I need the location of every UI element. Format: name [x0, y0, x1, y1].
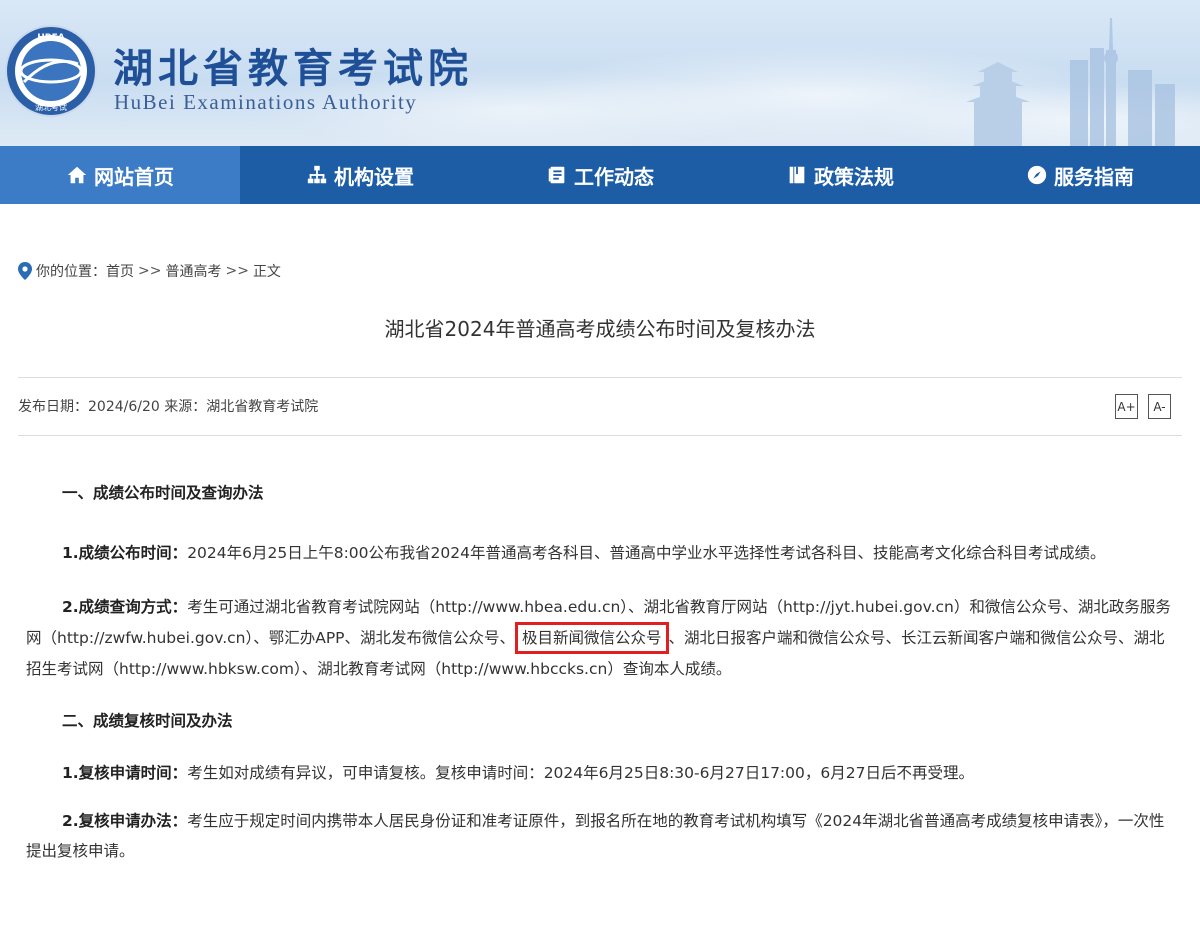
article-meta: 发布日期：2024/6/20 来源：湖北省教育考试院	[18, 399, 319, 415]
nav-item-service[interactable]: 服务指南	[960, 146, 1200, 204]
section-heading: 二、成绩复核时间及办法	[62, 712, 233, 730]
home-icon	[67, 166, 87, 184]
paragraph-label: 2.成绩查询方式：	[62, 598, 188, 616]
breadcrumb: 你的位置： 首页 >> 普通高考 >> 正文	[18, 261, 281, 281]
paragraph-label: 1.成绩公布时间：	[62, 544, 188, 562]
main-nav: 网站首页 机构设置 工作动态 政策法规 服务指南	[0, 146, 1200, 204]
breadcrumb-prefix: 你的位置：	[36, 264, 106, 280]
site-title-en: HuBei Examinations Authority	[114, 90, 418, 114]
paragraph-label: 2.复核申请办法：	[62, 812, 188, 830]
nav-label-news: 工作动态	[574, 164, 654, 189]
org-chart-icon	[307, 165, 327, 184]
divider	[18, 435, 1182, 436]
highlighted-text: 极目新闻微信公众号	[515, 622, 669, 654]
location-pin-icon	[18, 262, 32, 280]
paragraph-text: 考生如对成绩有异议，可申请复核。复核申请时间：2024年6月25日8:30-6月…	[187, 764, 974, 782]
book-icon	[789, 166, 805, 184]
svg-text:HBEA: HBEA	[37, 33, 65, 43]
breadcrumb-home[interactable]: 首页	[106, 261, 134, 281]
nav-item-organization[interactable]: 机构设置	[240, 146, 480, 204]
compass-icon	[1027, 165, 1047, 185]
nav-label-policy: 政策法规	[814, 164, 894, 189]
nav-item-policy[interactable]: 政策法规	[720, 146, 960, 204]
article-body: 一、成绩公布时间及查询办法 1.成绩公布时间：2024年6月25日上午8:00公…	[26, 478, 1176, 866]
font-decrease-button[interactable]: A-	[1148, 394, 1171, 419]
svg-text:湖北考试: 湖北考试	[35, 102, 67, 112]
breadcrumb-separator: >>	[225, 263, 249, 279]
site-title-cn: 湖北省教育考试院	[113, 45, 473, 92]
skyline-illustration	[966, 18, 1175, 146]
nav-label-home: 网站首页	[94, 164, 174, 189]
divider	[18, 377, 1182, 378]
nav-label-service: 服务指南	[1054, 164, 1134, 189]
breadcrumb-current: 正文	[252, 264, 281, 280]
document-icon	[548, 166, 565, 184]
breadcrumb-separator: >>	[138, 263, 162, 279]
nav-item-home[interactable]: 网站首页	[0, 146, 240, 204]
font-increase-button[interactable]: A+	[1115, 394, 1138, 419]
nav-label-organization: 机构设置	[334, 164, 414, 189]
hbea-logo[interactable]: HBEA 湖北考试	[4, 24, 98, 118]
paragraph: 2.复核申请办法：考生应于规定时间内携带本人居民身份证和准考证原件，到报名所在地…	[26, 806, 1176, 866]
breadcrumb-gaokao[interactable]: 普通高考	[165, 261, 221, 281]
paragraph: 1.成绩公布时间：2024年6月25日上午8:00公布我省2024年普通高考各科…	[26, 538, 1176, 568]
paragraph: 1.复核申请时间：考生如对成绩有异议，可申请复核。复核申请时间：2024年6月2…	[26, 758, 1176, 788]
paragraph-label: 1.复核申请时间：	[62, 764, 188, 782]
nav-item-news[interactable]: 工作动态	[480, 146, 720, 204]
paragraph: 2.成绩查询方式：考生可通过湖北省教育考试院网站（http://www.hbea…	[26, 592, 1176, 684]
site-header: HBEA 湖北考试 湖北省教育考试院 HuBei Examinations Au…	[0, 0, 1200, 146]
article-title: 湖北省2024年普通高考成绩公布时间及复核办法	[384, 317, 816, 341]
paragraph-text: 2024年6月25日上午8:00公布我省2024年普通高考各科目、普通高中学业水…	[187, 544, 1106, 562]
section-heading: 一、成绩公布时间及查询办法	[62, 484, 264, 502]
paragraph-text: 考生应于规定时间内携带本人居民身份证和准考证原件，到报名所在地的教育考试机构填写…	[26, 812, 1165, 860]
